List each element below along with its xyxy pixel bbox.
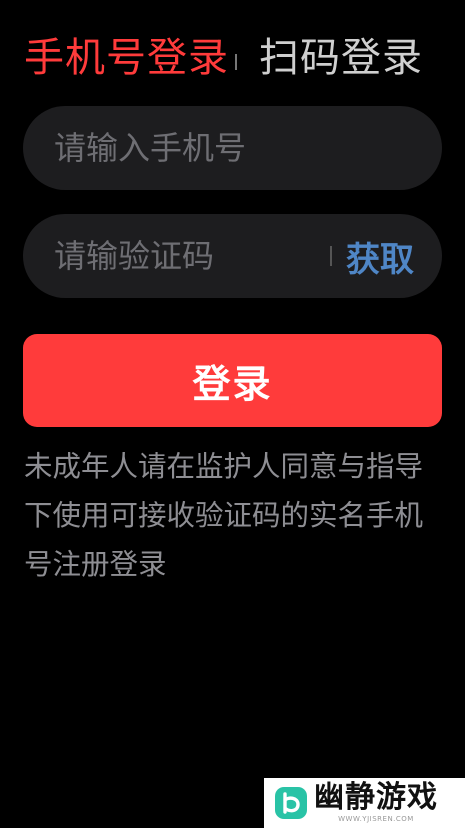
phone-input[interactable] [54,129,414,167]
login-tabs: 手机号登录 扫码登录 [24,32,423,84]
code-field-container: 获取 [23,214,442,298]
minor-notice-text: 未成年人请在监护人同意与指导下使用可接收验证码的实名手机号注册登录 [24,450,424,581]
get-code-button[interactable]: 获取 [346,232,414,281]
watermark-text: 幽静游戏 WWW.YJISREN.COM [314,783,438,823]
watermark: 幽静游戏 WWW.YJISREN.COM [264,778,465,828]
verification-code-input[interactable] [54,237,324,275]
brand-logo-icon [275,787,307,819]
tab-phone-login[interactable]: 手机号登录 [24,32,229,84]
watermark-brand: 幽静游戏 [314,780,438,815]
login-button[interactable]: 登录 [23,334,442,427]
tab-divider [235,54,237,70]
tab-qr-login[interactable]: 扫码登录 [259,32,423,84]
phone-field-container [23,106,442,190]
code-field-divider [330,246,332,266]
watermark-url: WWW.YJISREN.COM [338,815,414,823]
